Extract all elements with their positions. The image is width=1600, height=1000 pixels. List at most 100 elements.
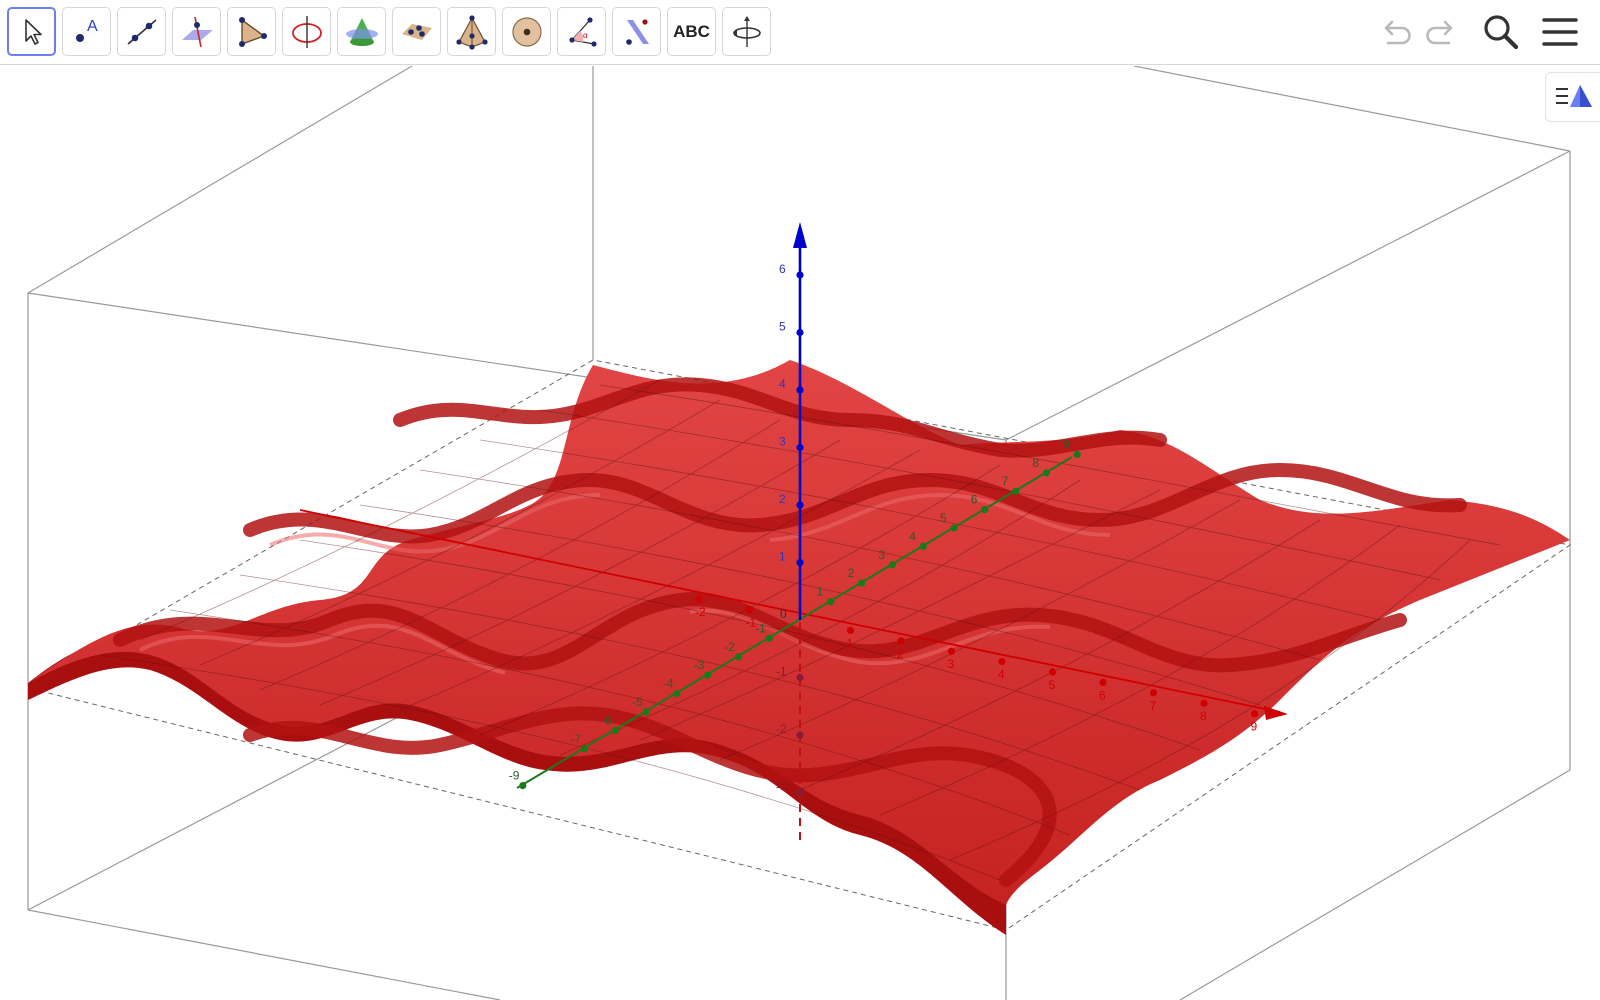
y-axis-tick-label: 3: [878, 548, 885, 562]
z-axis-neg-tick-label: -3: [776, 780, 787, 794]
graphics-3d-view[interactable]: -2 -1 1 2 3 4 5 6 7 8 9 -9 -7 -6 -5 -4 -3 -2 -1 1 2 3 4 5 6 7 8 9 1 2…: [0, 66, 1600, 1000]
arrow-cursor-icon: [24, 18, 42, 45]
y-axis-tick-label: -7: [570, 732, 581, 746]
x-axis-tick-label: 4: [998, 668, 1005, 682]
y-axis-tick-label: -6: [601, 713, 612, 727]
y-axis-tick-label: 7: [1002, 474, 1009, 488]
y-axis-tick: [704, 671, 712, 679]
y-axis-tick-label: -5: [632, 695, 643, 709]
z-axis-tick: [796, 271, 804, 279]
y-axis-tick-label: 6: [971, 493, 978, 507]
plane-through-points-tool-button[interactable]: [392, 7, 441, 56]
reflect-tool-button[interactable]: [612, 7, 661, 56]
hamburger-menu-icon[interactable]: [1540, 12, 1580, 52]
circle-around-axis-tool-button[interactable]: [282, 7, 331, 56]
angle-tool-button[interactable]: α: [557, 7, 606, 56]
line-icon: [126, 18, 157, 45]
y-axis-tick-label: 8: [1032, 456, 1039, 470]
y-axis-tick-label: 2: [848, 566, 855, 580]
point-tool-button[interactable]: A: [62, 7, 111, 56]
x-axis-tick: [947, 647, 956, 655]
z-axis-tick: [796, 501, 804, 509]
x-axis-tick-label: 6: [1099, 688, 1106, 702]
z-axis-tick: [796, 558, 804, 567]
z-axis-tick: [796, 386, 804, 394]
pyramid-tool-button[interactable]: [447, 7, 496, 56]
x-axis-tick: [998, 658, 1006, 666]
rotate-view-tool-button[interactable]: [722, 7, 771, 56]
x-axis-tick: [1048, 668, 1057, 676]
intersect-surfaces-tool-button[interactable]: [337, 7, 386, 56]
x-axis-tick: [1149, 689, 1158, 697]
y-axis-tick-label: -3: [694, 658, 705, 672]
y-axis-tick: [919, 542, 927, 551]
z-axis-tick-label: 4: [779, 377, 786, 391]
x-axis-tick-label: 8: [1200, 709, 1207, 723]
y-axis-tick: [765, 634, 773, 643]
y-axis-tick-label: 5: [940, 511, 947, 525]
x-axis-tick-label: 3: [948, 657, 955, 671]
x-axis-tick: [745, 606, 754, 614]
rotate-view-icon: [732, 15, 761, 47]
y-axis-tick: [858, 579, 866, 587]
z-axis-tick-label: 5: [779, 320, 786, 334]
text-tool-label: ABC: [673, 21, 710, 41]
toolbar: A α ABC: [0, 0, 1600, 65]
angle-icon: α: [568, 16, 597, 47]
graphics-3d-view-icon: [1555, 85, 1592, 107]
point-icon: A: [75, 18, 98, 42]
y-axis-tick: [673, 690, 681, 698]
y-axis-tick: [950, 524, 958, 532]
move-tool-button[interactable]: [7, 7, 56, 56]
polygon-tool-button[interactable]: [227, 7, 276, 56]
circle-axis-icon: [291, 15, 322, 48]
y-axis-tick: [642, 708, 650, 716]
y-axis-tick-label: -2: [724, 640, 735, 654]
x-axis-tick: [846, 626, 855, 635]
z-axis-neg-tick: [796, 731, 804, 739]
x-axis-tick-label: 2: [897, 647, 904, 661]
x-axis-tick: [1099, 678, 1107, 687]
z-axis-neg-tick-label: -2: [776, 722, 787, 736]
redo-icon[interactable]: [1421, 12, 1461, 52]
x-axis-tick-label: 9: [1251, 720, 1258, 734]
polygon-icon: [238, 16, 267, 47]
pyramid-icon: [455, 14, 488, 50]
y-axis-tick-label: 9: [1063, 437, 1070, 451]
graphics-view-style-toggle[interactable]: [1545, 72, 1600, 122]
y-axis-tick: [981, 506, 989, 514]
x-axis-tick: [695, 595, 703, 603]
origin-label: 0: [780, 607, 787, 621]
sphere-tool-button[interactable]: [502, 7, 551, 56]
x-axis-tick: [897, 637, 905, 645]
x-axis-tick: [1200, 699, 1208, 707]
y-axis-tick-label: 1: [817, 585, 824, 599]
cone-plane-icon: [345, 17, 378, 46]
perpendicular-line-tool-button[interactable]: [172, 7, 221, 56]
y-axis-tick: [519, 782, 527, 790]
y-axis-tick: [1012, 487, 1020, 495]
y-axis-tick-label: 4: [909, 529, 916, 543]
z-axis-neg-tick: [796, 673, 804, 682]
y-axis-tick-label: -1: [755, 621, 766, 635]
z-axis-tick-label: 2: [779, 492, 786, 506]
sphere-icon: [511, 16, 542, 47]
y-axis-tick: [1042, 469, 1050, 477]
x-axis-tick-label: 5: [1049, 678, 1056, 692]
text-tool-button[interactable]: ABC: [667, 7, 716, 56]
svg-text:α: α: [583, 31, 588, 40]
line-tool-button[interactable]: [117, 7, 166, 56]
z-axis-neg-tick-label: -1: [776, 665, 787, 679]
reflect-icon: [625, 18, 649, 45]
y-axis-tick: [1073, 450, 1081, 458]
z-axis-neg-tick: [796, 788, 804, 797]
undo-icon[interactable]: [1376, 12, 1416, 52]
y-axis-tick: [580, 745, 589, 753]
y-axis-tick-label: -4: [663, 677, 674, 691]
x-axis-tick-label: 7: [1150, 699, 1157, 713]
y-axis-tick: [827, 598, 835, 606]
search-icon[interactable]: [1481, 12, 1521, 52]
y-axis-tick: [611, 726, 619, 735]
z-axis-tick-label: 1: [779, 550, 786, 564]
x-axis-tick-label: 1: [847, 636, 854, 650]
